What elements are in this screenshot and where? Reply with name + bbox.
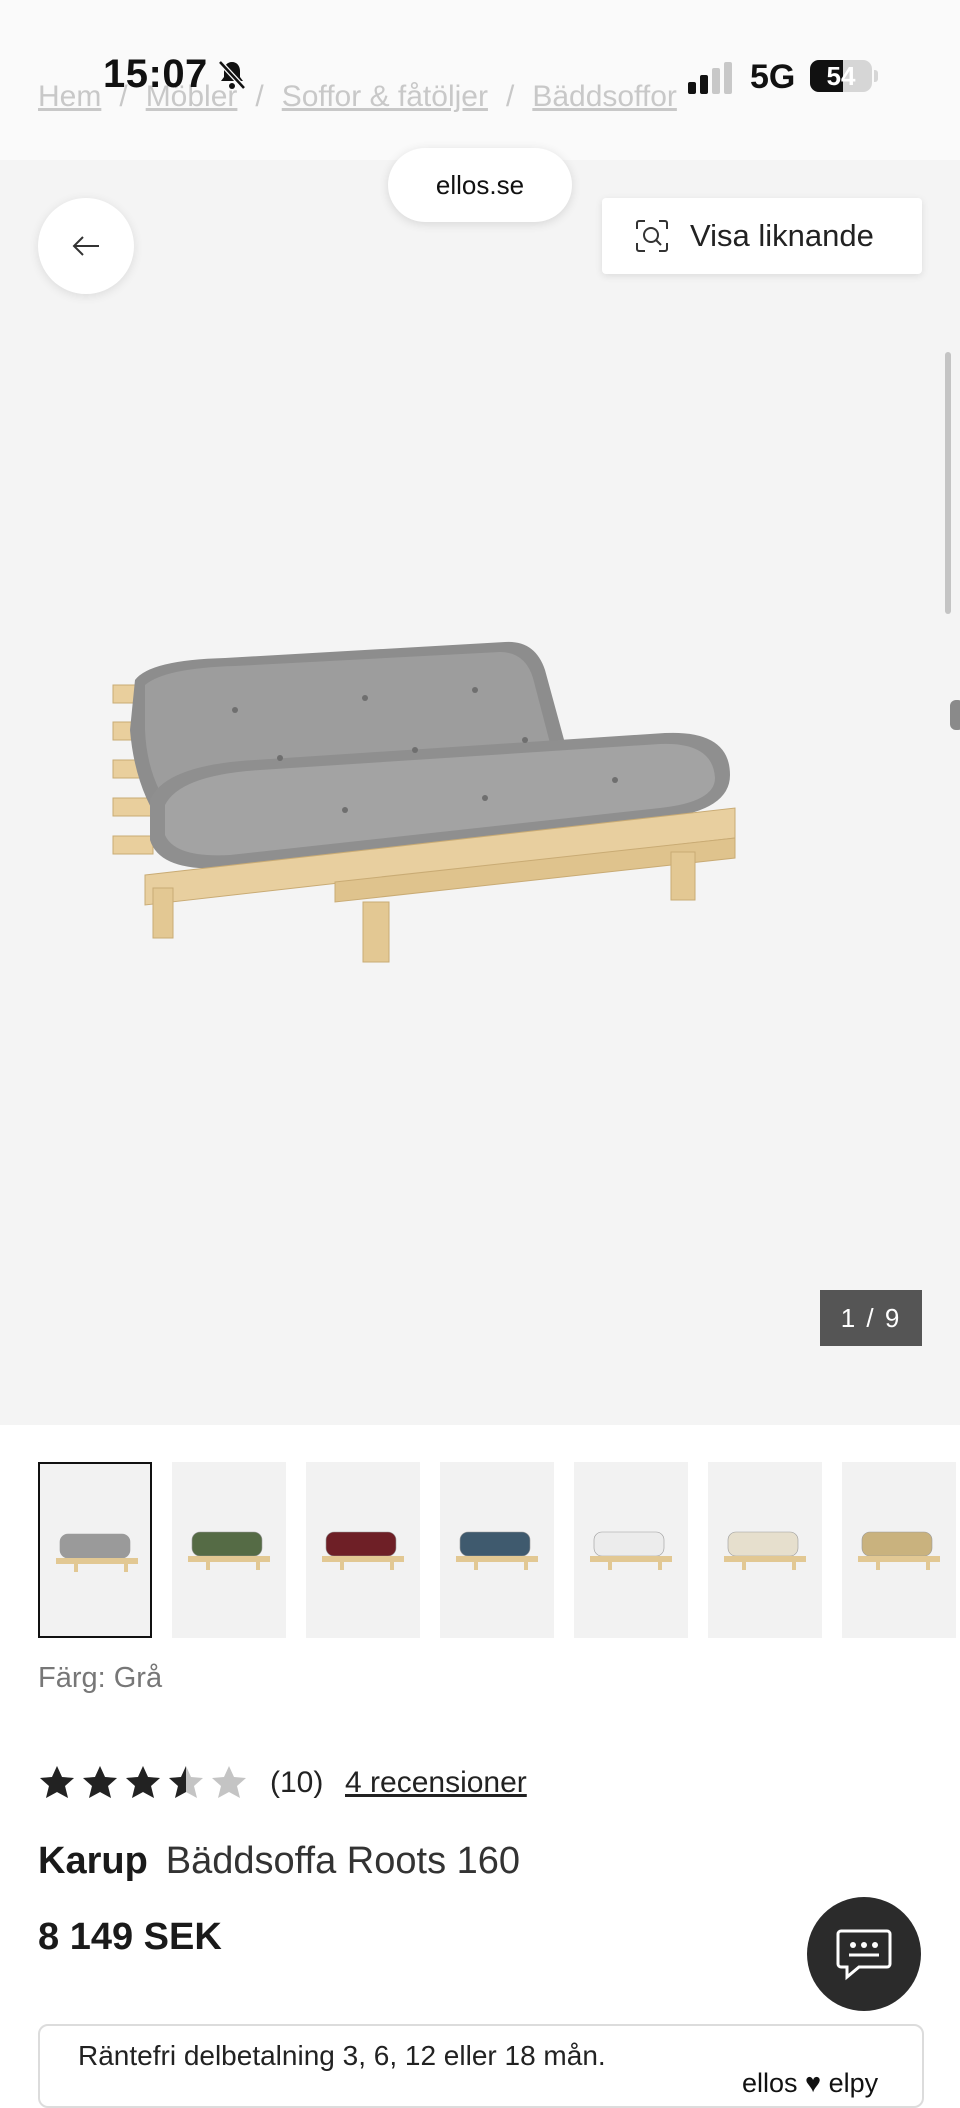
thumbnail-strip[interactable] — [38, 1462, 960, 1640]
show-similar-label: Visa liknande — [690, 218, 874, 253]
star-icon — [83, 1766, 117, 1798]
url-pill[interactable]: ellos.se — [388, 148, 572, 222]
thumbnail-6[interactable] — [708, 1462, 822, 1638]
product-image-gallery[interactable]: Visa liknande 1 / 9 — [0, 160, 960, 1425]
network-type: 5G — [750, 58, 796, 96]
thumbnail-sofa-image — [456, 1531, 538, 1570]
thumbnail-1[interactable] — [38, 1462, 152, 1638]
thumbnail-sofa-image — [188, 1531, 270, 1570]
breadcrumb-separator: / — [255, 80, 264, 113]
next-image-peek — [950, 700, 960, 730]
installment-text: Räntefri delbetalning 3, 6, 12 eller 18 … — [78, 2040, 606, 2071]
bell-slash-icon — [218, 60, 246, 90]
chat-icon — [836, 1929, 892, 1981]
visual-search-icon — [636, 220, 668, 252]
payment-logo: ellos ♥ elpy — [742, 2068, 879, 2098]
breadcrumb-home[interactable]: Hem — [38, 80, 101, 113]
installment-banner[interactable]: Räntefri delbetalning 3, 6, 12 eller 18 … — [38, 2024, 924, 2108]
rating-count: (10) — [270, 1766, 324, 1799]
star-icon — [169, 1766, 203, 1798]
breadcrumb-sofabeds[interactable]: Bäddsoffor — [532, 80, 677, 113]
reviews-link[interactable]: 4 recensioner — [345, 1766, 527, 1800]
thumbnail-7[interactable] — [842, 1462, 956, 1638]
product-price: 8 149 SEK — [38, 1916, 222, 1958]
chat-button[interactable] — [807, 1897, 921, 2011]
status-time: 15:07 — [103, 52, 208, 96]
product-image-sofa — [112, 641, 736, 963]
back-button[interactable] — [38, 198, 134, 294]
thumbnail-sofa-image — [724, 1531, 806, 1570]
thumbnail-sofa-image — [858, 1531, 940, 1570]
image-counter: 1 / 9 — [820, 1290, 922, 1346]
star-icon — [126, 1766, 160, 1798]
battery-tip — [874, 70, 878, 82]
thumbnail-4[interactable] — [440, 1462, 554, 1638]
show-similar-button[interactable]: Visa liknande — [602, 198, 922, 274]
thumbnail-3[interactable] — [306, 1462, 420, 1638]
scrollbar[interactable] — [945, 352, 951, 614]
thumbnail-sofa-image — [590, 1531, 672, 1570]
signal-icon — [688, 62, 732, 94]
product-title: Karup Bäddsoffa Roots 160 — [38, 1840, 520, 1883]
thumbnail-sofa-image — [322, 1531, 404, 1570]
breadcrumb-separator: / — [505, 80, 515, 113]
breadcrumb-sofas[interactable]: Soffor & fåtöljer — [282, 80, 488, 113]
thumbnail-2[interactable] — [172, 1462, 286, 1638]
battery-icon: 54 — [810, 60, 872, 92]
product-name: Bäddsoffa Roots 160 — [165, 1840, 521, 1882]
color-label: Färg: Grå — [38, 1662, 163, 1694]
battery-level: 54 — [826, 61, 856, 91]
star-icon — [40, 1766, 74, 1798]
product-brand[interactable]: Karup — [38, 1840, 148, 1882]
thumbnail-sofa-image — [56, 1533, 138, 1572]
star-icon — [212, 1766, 246, 1798]
thumbnail-5[interactable] — [574, 1462, 688, 1638]
arrow-left-icon — [72, 236, 99, 256]
